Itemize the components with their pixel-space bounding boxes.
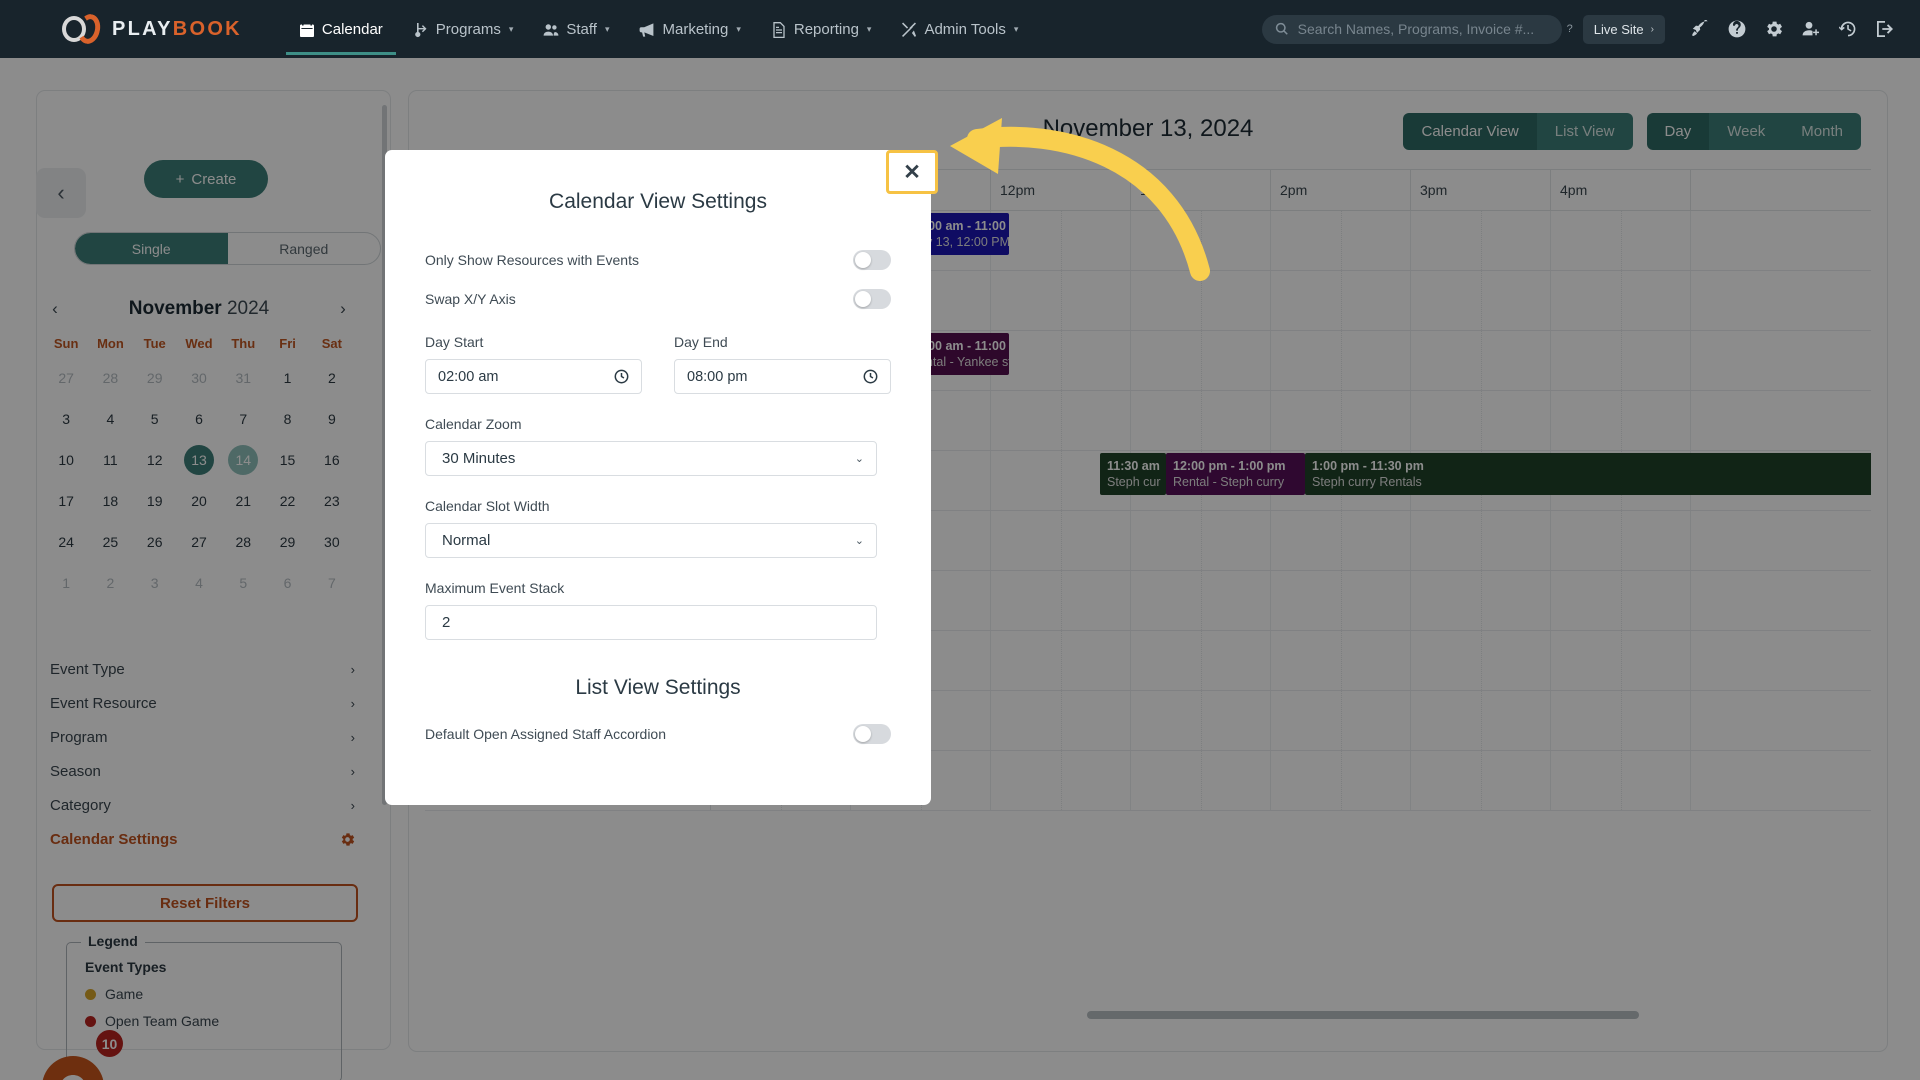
- slot-width-select[interactable]: Normal ⌄: [425, 523, 877, 558]
- chevron-down-icon: ⌄: [854, 535, 864, 547]
- clock-icon: [614, 369, 629, 384]
- max-stack-input[interactable]: 2: [425, 605, 877, 640]
- chevron-right-icon: ›: [1650, 23, 1654, 35]
- search-help-icon[interactable]: ?: [1567, 23, 1573, 35]
- main-nav: Calendar Programs ▾ Staff ▾ Marketing ▾ …: [286, 3, 1032, 55]
- history-icon[interactable]: [1839, 20, 1857, 38]
- swap-xy-axis-toggle[interactable]: [853, 288, 891, 309]
- nav-item-programs[interactable]: Programs ▾: [400, 3, 527, 55]
- setting-label: Only Show Resources with Events: [425, 251, 639, 268]
- nav-label-staff: Staff: [566, 21, 597, 38]
- day-start-label: Day Start: [425, 334, 484, 350]
- nav-label-programs: Programs: [435, 21, 501, 38]
- brand-play-text: PLAY: [112, 17, 173, 40]
- help-circle-icon[interactable]: [1728, 20, 1746, 38]
- field-max-event-stack: Maximum Event Stack 2: [425, 580, 891, 640]
- chevron-down-icon: ▾: [1013, 24, 1019, 34]
- search-icon: [1275, 22, 1288, 35]
- only-show-resources-toggle[interactable]: [853, 249, 891, 270]
- staff-icon: [543, 22, 559, 38]
- chevron-down-icon: ▾: [866, 24, 872, 34]
- day-start-input[interactable]: 02:00 am: [425, 359, 642, 394]
- nav-label-reporting: Reporting: [793, 21, 859, 38]
- field-day-start: Day Start 02:00 am: [425, 334, 642, 394]
- modal-title: Calendar View Settings: [549, 190, 767, 213]
- day-end-input[interactable]: 08:00 pm: [674, 359, 891, 394]
- slot-width-label: Calendar Slot Width: [425, 498, 550, 514]
- chevron-down-icon: ⌄: [854, 453, 864, 465]
- day-end-label: Day End: [674, 334, 728, 350]
- nav-label-calendar: Calendar: [321, 21, 383, 38]
- nav-label-admin-tools: Admin Tools: [924, 21, 1006, 38]
- logout-icon[interactable]: [1876, 20, 1894, 38]
- setting-swap-xy-axis: Swap X/Y Axis: [425, 279, 891, 318]
- calendar-icon: [299, 22, 315, 38]
- field-slot-width: Calendar Slot Width Normal ⌄: [425, 498, 891, 558]
- nav-label-marketing: Marketing: [662, 21, 729, 38]
- live-site-button[interactable]: Live Site ›: [1582, 14, 1665, 44]
- brand-book-text: BOOK: [172, 17, 242, 40]
- chevron-down-icon: ▾: [508, 24, 514, 34]
- list-view-settings-title: List View Settings: [575, 676, 741, 699]
- chevron-down-icon: ▾: [736, 24, 741, 34]
- setting-default-open-accordion: Default Open Assigned Staff Accordion: [425, 714, 891, 753]
- search-input[interactable]: [1297, 21, 1549, 37]
- chevron-down-icon: ▾: [604, 24, 610, 34]
- setting-only-show-resources: Only Show Resources with Events: [425, 240, 891, 279]
- top-navbar: PLAYBOOK Calendar Programs ▾ Staff ▾ Mar…: [0, 0, 1920, 58]
- nav-item-staff[interactable]: Staff ▾: [530, 3, 622, 55]
- field-calendar-zoom: Calendar Zoom 30 Minutes ⌄: [425, 416, 891, 476]
- gear-icon[interactable]: [1765, 20, 1783, 38]
- add-user-icon[interactable]: [1802, 20, 1820, 38]
- megaphone-icon: [639, 22, 655, 38]
- modal-overlay[interactable]: [0, 58, 1920, 1080]
- brand-logo[interactable]: PLAYBOOK: [62, 12, 242, 46]
- page-body: ‹ + Create Single Ranged ‹ November 2024…: [0, 58, 1920, 1080]
- calendar-view-settings-modal: Calendar View Settings Only Show Resourc…: [385, 150, 931, 805]
- program-icon: [413, 22, 429, 38]
- default-open-accordion-toggle[interactable]: [853, 723, 891, 744]
- live-site-label: Live Site: [1593, 21, 1644, 37]
- report-icon: [771, 21, 787, 38]
- nav-right-group: ? Live Site ›: [1261, 14, 1920, 44]
- calendar-zoom-value: 30 Minutes: [442, 450, 516, 467]
- field-day-end: Day End 08:00 pm: [674, 334, 891, 394]
- nav-item-calendar[interactable]: Calendar: [286, 3, 396, 55]
- day-start-value: 02:00 am: [438, 368, 499, 385]
- nav-item-reporting[interactable]: Reporting ▾: [758, 3, 885, 55]
- close-icon: ✕: [903, 160, 921, 184]
- playbook-logo-icon: [62, 12, 108, 46]
- rocket-icon[interactable]: [1691, 20, 1709, 38]
- nav-item-admin-tools[interactable]: Admin Tools ▾: [888, 3, 1031, 55]
- setting-label: Default Open Assigned Staff Accordion: [425, 725, 667, 742]
- clock-icon: [863, 369, 878, 384]
- global-search[interactable]: [1261, 14, 1562, 44]
- nav-icon-group: [1691, 20, 1894, 38]
- tools-icon: [901, 22, 917, 38]
- slot-width-value: Normal: [442, 532, 491, 549]
- calendar-zoom-select[interactable]: 30 Minutes ⌄: [425, 441, 877, 476]
- modal-close-button[interactable]: ✕: [886, 150, 938, 194]
- max-stack-label: Maximum Event Stack: [425, 580, 565, 596]
- calendar-zoom-label: Calendar Zoom: [425, 416, 522, 432]
- nav-item-marketing[interactable]: Marketing ▾: [626, 3, 753, 55]
- setting-label: Swap X/Y Axis: [425, 290, 516, 307]
- day-end-value: 08:00 pm: [687, 368, 748, 385]
